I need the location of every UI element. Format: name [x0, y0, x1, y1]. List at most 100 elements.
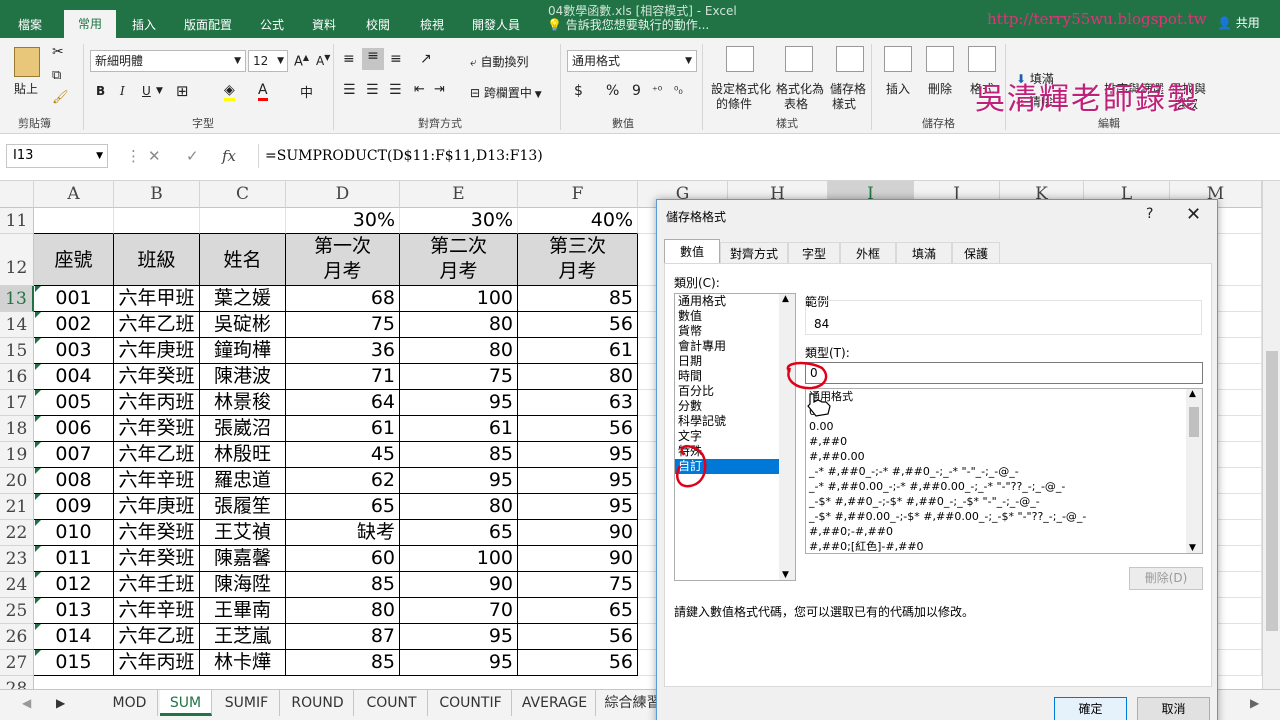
scroll-thumb[interactable]: [1189, 407, 1199, 437]
hscroll-right-icon[interactable]: ▶: [1250, 696, 1259, 710]
row-header[interactable]: 18: [0, 416, 34, 442]
underline-button[interactable]: U: [142, 84, 151, 98]
cell-id[interactable]: 012: [34, 572, 114, 598]
sheet-tab[interactable]: AVERAGE: [514, 690, 596, 716]
format-code-item[interactable]: _-$* #,##0_-;-$* #,##0_-;_-$* "-"_-;_-@_…: [806, 494, 1202, 509]
scroll-right-icon[interactable]: ▶: [56, 696, 65, 710]
cell-name[interactable]: 陳海陞: [200, 572, 286, 598]
category-item[interactable]: 通用格式: [675, 294, 795, 309]
sheet-tab[interactable]: COUNTIF: [430, 690, 512, 716]
format-code-item[interactable]: #,##0: [806, 434, 1202, 449]
grid-cell[interactable]: [34, 208, 114, 234]
cell-id[interactable]: 001: [34, 286, 114, 312]
cell-score-3[interactable]: 63: [518, 390, 638, 416]
category-item[interactable]: 日期: [675, 354, 795, 369]
align-top-icon[interactable]: ≡: [343, 51, 355, 67]
row-header[interactable]: 23: [0, 546, 34, 572]
cancel-button[interactable]: 取消: [1137, 697, 1210, 720]
cell-id[interactable]: 011: [34, 546, 114, 572]
cell-name[interactable]: 葉之媛: [200, 286, 286, 312]
cell-name[interactable]: 陳港波: [200, 364, 286, 390]
cell-score-2[interactable]: 100: [400, 286, 518, 312]
cell-name[interactable]: 張崴沼: [200, 416, 286, 442]
cell-id[interactable]: 006: [34, 416, 114, 442]
cell-score-2[interactable]: 70: [400, 598, 518, 624]
format-code-item[interactable]: _-$* #,##0.00_-;-$* #,##0.00_-;_-$* "-"?…: [806, 509, 1202, 524]
cell-class[interactable]: 六年乙班: [114, 312, 200, 338]
cell-name[interactable]: 吳碇彬: [200, 312, 286, 338]
cell-score-2[interactable]: 65: [400, 520, 518, 546]
category-item[interactable]: 百分比: [675, 384, 795, 399]
cell-score-2[interactable]: 95: [400, 624, 518, 650]
chevron-up-icon[interactable]: ▲: [782, 294, 789, 304]
cell-name[interactable]: 王芝嵐: [200, 624, 286, 650]
format-painter-icon[interactable]: 🖌: [52, 90, 69, 105]
vertical-scrollbar[interactable]: [1262, 181, 1280, 689]
decrease-decimal-icon[interactable]: ⁰₀: [674, 84, 683, 97]
cell-score-3[interactable]: 95: [518, 442, 638, 468]
dialog-tab[interactable]: 填滿: [896, 242, 952, 264]
cell-score-2[interactable]: 80: [400, 494, 518, 520]
column-header-c[interactable]: C: [200, 181, 286, 208]
tab-file[interactable]: 檔案: [8, 12, 52, 38]
wrap-text-button[interactable]: ⤶ 自動換列: [470, 53, 529, 70]
help-button[interactable]: ?: [1146, 206, 1153, 222]
row-header[interactable]: 11: [0, 208, 34, 234]
cell-score-1[interactable]: 87: [286, 624, 400, 650]
cell-score-3[interactable]: 56: [518, 650, 638, 676]
category-item[interactable]: 特殊: [675, 444, 795, 459]
cell-score-3[interactable]: 95: [518, 468, 638, 494]
chevron-down-icon[interactable]: ▼: [156, 86, 163, 96]
type-input[interactable]: 0: [805, 362, 1203, 384]
cell-score-1[interactable]: 36: [286, 338, 400, 364]
column-header-a[interactable]: A: [34, 181, 114, 208]
cell-class[interactable]: 六年丙班: [114, 650, 200, 676]
scroll-left-icon[interactable]: ◀: [22, 696, 31, 710]
row-header[interactable]: 12: [0, 234, 34, 286]
cell-class[interactable]: 六年乙班: [114, 624, 200, 650]
cell-score-3[interactable]: 75: [518, 572, 638, 598]
category-item[interactable]: 貨幣: [675, 324, 795, 339]
grid-cell[interactable]: [114, 208, 200, 234]
decrease-indent-icon[interactable]: ⇤: [414, 82, 425, 97]
merge-center-button[interactable]: ⊟ 跨欄置中 ▼: [470, 84, 542, 101]
cell-score-3[interactable]: 95: [518, 494, 638, 520]
cell-name[interactable]: 羅忠道: [200, 468, 286, 494]
delete-format-button[interactable]: 刪除(D): [1129, 567, 1203, 590]
dialog-tab[interactable]: 外框: [840, 242, 896, 264]
cell-name[interactable]: 林景稄: [200, 390, 286, 416]
row-header[interactable]: 14: [0, 312, 34, 338]
row-header[interactable]: 22: [0, 520, 34, 546]
dialog-tab[interactable]: 對齊方式: [720, 242, 788, 264]
category-list[interactable]: 通用格式 數值 貨幣 會計專用 日期 時間 百分比 分數 科學記號 文字 特殊 自訂 ▲ ▼: [674, 293, 796, 581]
copy-icon[interactable]: ⧉: [52, 68, 61, 83]
font-size-select[interactable]: 12 ▼: [248, 50, 288, 72]
cell-name[interactable]: 王畢南: [200, 598, 286, 624]
row-header[interactable]: 13: [0, 286, 34, 312]
cell-score-3[interactable]: 90: [518, 520, 638, 546]
cell-score-3[interactable]: 65: [518, 598, 638, 624]
row-header[interactable]: 26: [0, 624, 34, 650]
category-item[interactable]: 會計專用: [675, 339, 795, 354]
close-icon[interactable]: ✕: [1186, 204, 1201, 225]
cell-class[interactable]: 六年癸班: [114, 546, 200, 572]
column-header-d[interactable]: D: [286, 181, 400, 208]
category-item[interactable]: 科學記號: [675, 414, 795, 429]
category-item[interactable]: 自訂: [675, 459, 779, 474]
cell-id[interactable]: 013: [34, 598, 114, 624]
cell-class[interactable]: 六年辛班: [114, 468, 200, 494]
enter-icon[interactable]: ✓: [186, 147, 199, 165]
cell-id[interactable]: 002: [34, 312, 114, 338]
font-color-icon[interactable]: A: [258, 82, 268, 101]
shrink-font-icon[interactable]: A▼: [316, 53, 330, 68]
cell-score-1[interactable]: 80: [286, 598, 400, 624]
cell-score-2[interactable]: 61: [400, 416, 518, 442]
tab-formulas[interactable]: 公式: [250, 12, 294, 38]
format-code-item[interactable]: _-* #,##0_-;-* #,##0_-;_-* "-"_-;_-@_-: [806, 464, 1202, 479]
format-list-scrollbar[interactable]: ▲ ▼: [1186, 389, 1202, 553]
chevron-down-icon[interactable]: ▼: [782, 570, 789, 580]
cell-name[interactable]: 鐘珣樺: [200, 338, 286, 364]
row-header[interactable]: 15: [0, 338, 34, 364]
format-code-item[interactable]: 通用格式: [806, 389, 1202, 404]
phonetic-icon[interactable]: 中: [300, 82, 313, 101]
